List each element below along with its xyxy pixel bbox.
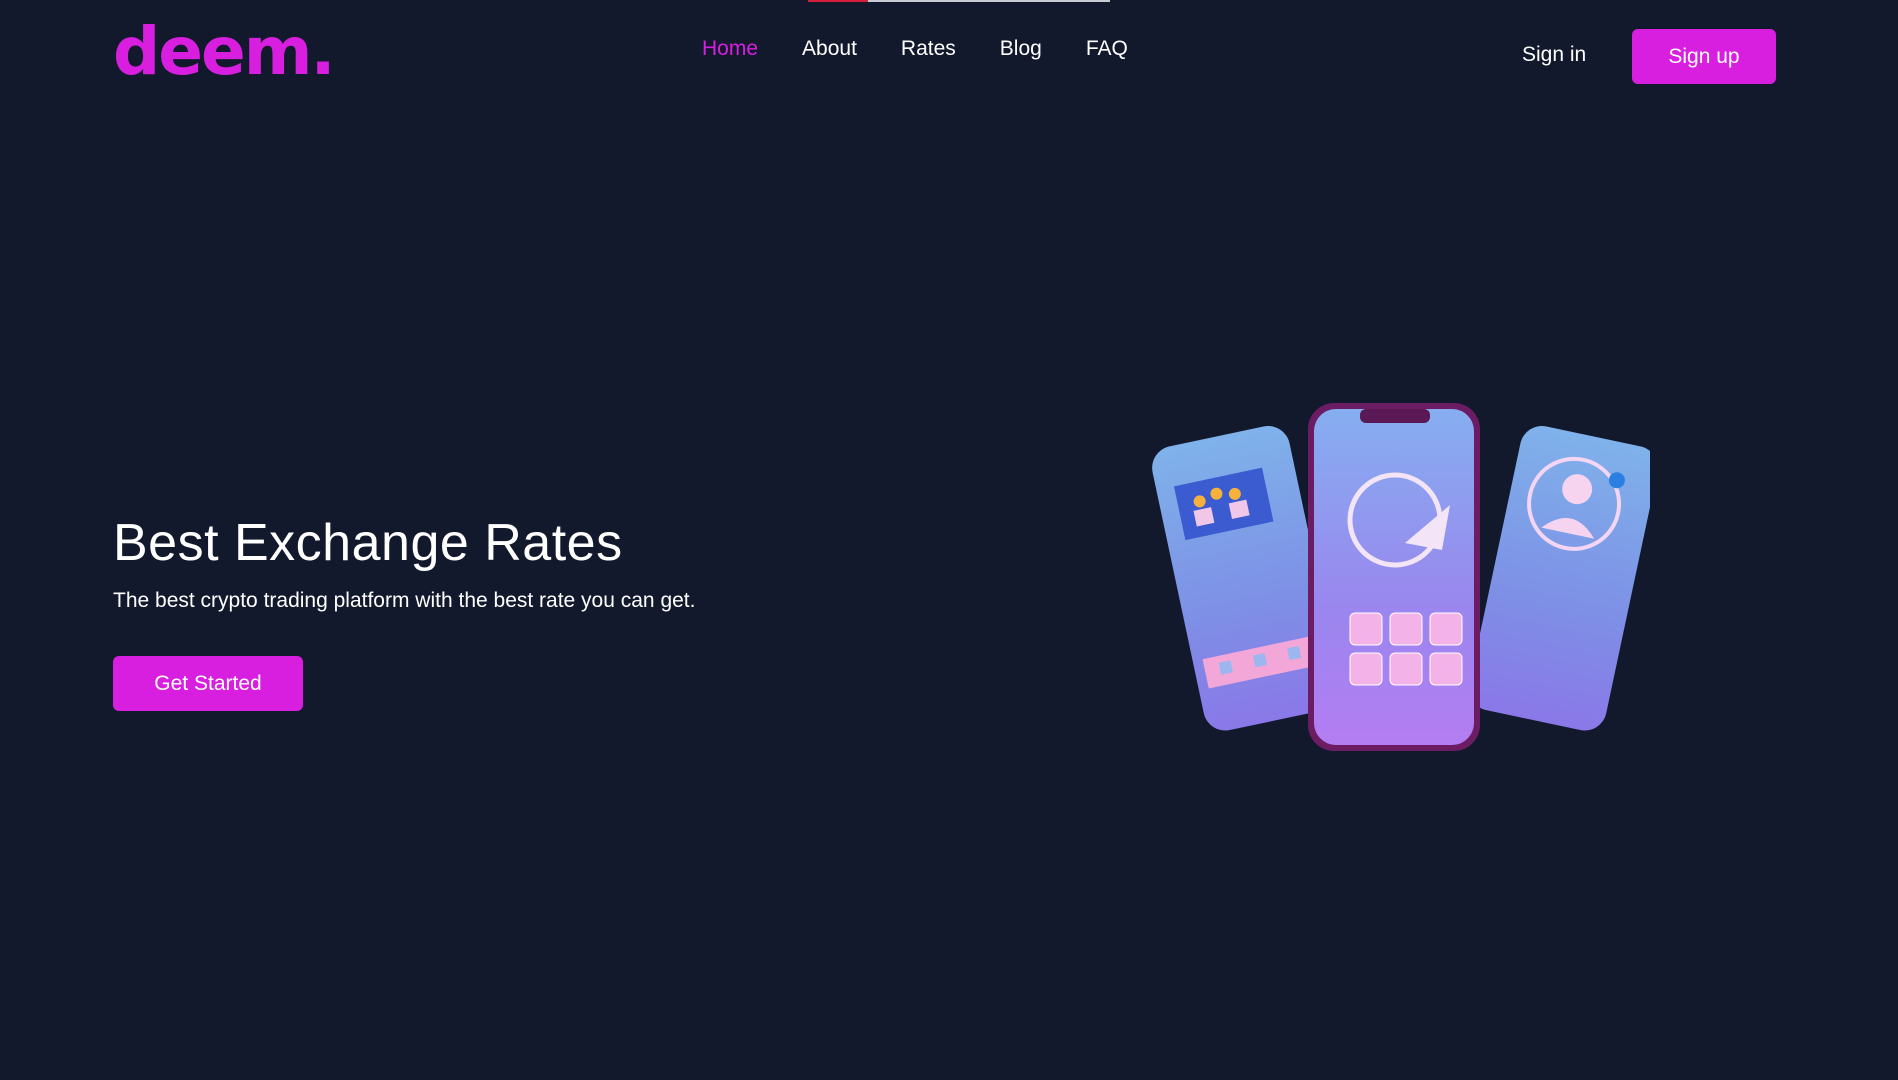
nav-item-home[interactable]: Home — [702, 34, 758, 64]
main-nav: Home About Rates Blog FAQ — [702, 34, 1172, 64]
nav-item-blog[interactable]: Blog — [1000, 34, 1042, 64]
nav-item-faq[interactable]: FAQ — [1086, 34, 1128, 64]
nav-item-about[interactable]: About — [802, 34, 857, 64]
get-started-button[interactable]: Get Started — [113, 656, 303, 711]
hero-title: Best Exchange Rates — [113, 514, 623, 572]
site-header: deem. Home About Rates Blog FAQ Sign in … — [0, 0, 1898, 110]
nav-item-rates[interactable]: Rates — [901, 34, 956, 64]
right-phone — [1468, 425, 1650, 731]
brand-logo[interactable]: deem. — [113, 14, 336, 90]
sign-up-button[interactable]: Sign up — [1632, 29, 1776, 84]
sign-in-link[interactable]: Sign in — [1522, 40, 1586, 70]
hero-subtitle: The best crypto trading platform with th… — [113, 589, 696, 612]
center-phone — [1308, 403, 1480, 751]
three-phones-app-illustration-icon — [1152, 403, 1650, 751]
